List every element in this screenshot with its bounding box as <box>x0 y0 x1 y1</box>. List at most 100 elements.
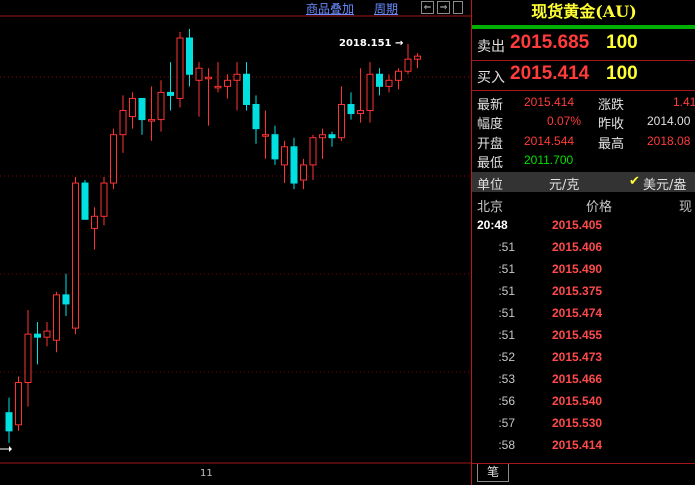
panel-toggle-button[interactable] <box>453 1 463 14</box>
tick-row[interactable]: :51 2015.490 <box>472 262 695 284</box>
candle-body <box>281 146 288 166</box>
candle <box>414 53 421 69</box>
candle-body <box>129 97 136 118</box>
tick-row[interactable]: 20:48 2015.405 <box>472 218 695 240</box>
tick-time: :52 <box>498 350 515 364</box>
scroll-left-button[interactable]: ⇐ <box>421 1 434 14</box>
candlestick-chart[interactable] <box>0 0 471 485</box>
change-value: 1.41 <box>673 95 695 109</box>
candle-body <box>176 37 184 99</box>
tick-row[interactable]: :51 2015.474 <box>472 306 695 328</box>
candle-body <box>119 110 127 136</box>
tick-price: 2015.406 <box>552 240 603 254</box>
candle <box>309 134 317 181</box>
latest-label: 最新 <box>477 98 504 113</box>
candle-body <box>338 103 345 139</box>
period-link[interactable]: 周期 <box>374 0 398 17</box>
candle-body <box>72 182 79 329</box>
overlay-commodity-link[interactable]: 商品叠加 <box>306 0 354 17</box>
tick-row[interactable]: :58 2015.414 <box>472 438 695 460</box>
candle-body <box>214 85 222 89</box>
candle <box>43 322 51 347</box>
candle <box>281 140 288 184</box>
candle <box>119 95 127 153</box>
scroll-right-button[interactable]: ⇒ <box>437 1 450 14</box>
open-value: 2014.544 <box>524 134 575 148</box>
tick-price: 2015.474 <box>552 306 603 320</box>
tick-time: :51 <box>498 306 515 320</box>
candle <box>100 177 108 226</box>
candle-body <box>186 37 193 75</box>
tick-time: :58 <box>498 438 515 452</box>
candle-body <box>205 76 212 80</box>
buy-volume: 100 <box>606 63 638 84</box>
candle-body <box>157 91 165 121</box>
candle-body <box>300 164 307 181</box>
title-underline <box>472 25 695 29</box>
tick-time: :51 <box>498 262 515 276</box>
check-icon[interactable]: ✔ <box>629 174 640 189</box>
candle <box>91 207 98 250</box>
tick-row[interactable]: :57 2015.530 <box>472 416 695 438</box>
high-label: 最高 <box>598 137 625 152</box>
instrument-title: 现货黄金(AU) <box>531 2 637 21</box>
candle <box>395 68 402 90</box>
tick-time: :56 <box>498 394 515 408</box>
candle <box>138 97 146 135</box>
tick-row[interactable]: :56 2015.540 <box>472 394 695 416</box>
tick-time: :51 <box>498 240 515 254</box>
candle <box>81 180 89 220</box>
candle <box>338 86 345 141</box>
amplitude-value: 0.07% <box>547 114 582 128</box>
candle-body <box>224 79 231 87</box>
tick-price: 2015.540 <box>552 394 603 408</box>
tick-price: 2015.490 <box>552 262 603 276</box>
chart-grid <box>0 76 471 373</box>
candle-body <box>357 110 364 115</box>
tab-trades[interactable]: 笔 <box>477 464 509 482</box>
candle <box>300 158 307 190</box>
x-tick-label: 11 <box>200 468 213 479</box>
tick-row[interactable]: :52 2015.473 <box>472 350 695 372</box>
candle <box>404 44 412 75</box>
candle-body <box>328 134 336 139</box>
candle <box>157 80 165 132</box>
candle-body <box>376 73 383 87</box>
tick-time: :53 <box>498 372 515 386</box>
tick-row[interactable]: :51 2015.375 <box>472 284 695 306</box>
tick-price: 2015.473 <box>552 350 603 364</box>
usd-per-ounce-option[interactable]: 美元/盎 <box>643 174 686 193</box>
prev-close-value: 2014.00 <box>647 114 691 128</box>
candle-body <box>385 79 393 87</box>
candle <box>385 74 393 93</box>
unit-value[interactable]: 元/克 <box>549 174 579 193</box>
tick-volume-header: 现 <box>679 200 693 215</box>
divider <box>472 60 695 61</box>
candle-body <box>53 294 60 341</box>
candle <box>167 62 174 111</box>
candle-body <box>252 103 260 130</box>
candle <box>290 137 298 190</box>
low-label: 最低 <box>477 156 504 171</box>
max-price-arrow: → <box>395 38 404 49</box>
candle <box>72 177 79 335</box>
candle <box>148 86 155 141</box>
candle-series <box>5 28 421 443</box>
tick-row[interactable]: :51 2015.406 <box>472 240 695 262</box>
candle <box>176 31 184 108</box>
tick-time: 20:48 <box>477 218 508 232</box>
candle-body <box>195 67 203 81</box>
tick-price: 2015.375 <box>552 284 603 298</box>
tick-row[interactable]: :53 2015.466 <box>472 372 695 394</box>
candle <box>205 68 212 126</box>
tick-row[interactable]: :51 2015.455 <box>472 328 695 350</box>
tick-price: 2015.466 <box>552 372 603 386</box>
sell-label: 卖出 <box>477 39 505 55</box>
candle-body <box>290 146 298 184</box>
current-price-marker <box>0 446 12 452</box>
candle <box>15 376 22 431</box>
candlestick-chart-area[interactable]: 商品叠加 周期 ⇐ ⇒ 2018.151 → 11 <box>0 0 471 485</box>
candle <box>110 128 117 190</box>
candle <box>357 68 364 123</box>
candle-body <box>62 294 70 305</box>
